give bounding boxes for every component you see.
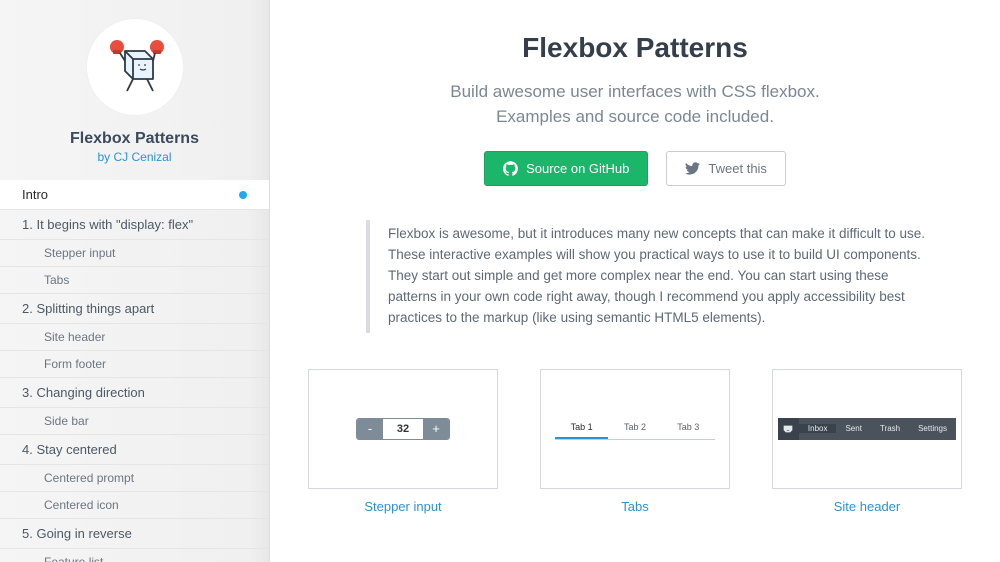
- nav-sub-form-footer[interactable]: Form footer: [0, 351, 269, 378]
- nav-sub-tabs[interactable]: Tabs: [0, 267, 269, 294]
- nav-sub-side-bar[interactable]: Side bar: [0, 408, 269, 435]
- card-site-header[interactable]: Inbox Sent Trash Settings Site header: [764, 369, 970, 514]
- tab-1[interactable]: Tab 1: [555, 417, 608, 439]
- nav-label: Intro: [22, 187, 48, 202]
- active-dot-icon: [239, 191, 247, 199]
- nav-sub-centered-prompt[interactable]: Centered prompt: [0, 465, 269, 492]
- twitter-icon: [685, 161, 700, 176]
- card-label[interactable]: Site header: [834, 499, 901, 514]
- nav-label: 1. It begins with "display: flex": [22, 217, 193, 232]
- nav-item-section-1[interactable]: 1. It begins with "display: flex": [0, 210, 269, 240]
- nav-item-section-4[interactable]: 4. Stay centered: [0, 435, 269, 465]
- nav-item-section-2[interactable]: 2. Splitting things apart: [0, 294, 269, 324]
- sidebar-byline[interactable]: by CJ Cenizal: [0, 150, 269, 164]
- action-buttons: Source on GitHub Tweet this: [300, 151, 970, 186]
- sidebar-nav: Intro 1. It begins with "display: flex" …: [0, 180, 269, 562]
- page-subtitle: Build awesome user interfaces with CSS f…: [300, 80, 970, 129]
- nav-label: 4. Stay centered: [22, 442, 117, 457]
- nav-label: 3. Changing direction: [22, 385, 145, 400]
- sidebar-title: Flexbox Patterns: [0, 130, 269, 148]
- card-preview: - 32 +: [308, 369, 498, 489]
- tabs-widget: Tab 1 Tab 2 Tab 3: [555, 417, 715, 440]
- example-cards: - 32 + Stepper input Tab 1 Tab 2 Tab 3 T…: [300, 369, 970, 534]
- nav-item-section-5[interactable]: 5. Going in reverse: [0, 519, 269, 549]
- sh-item-settings[interactable]: Settings: [909, 424, 956, 433]
- subtitle-line: Build awesome user interfaces with CSS f…: [300, 80, 970, 105]
- boxing-cube-logo: [86, 18, 184, 116]
- stepper-minus-button[interactable]: -: [357, 419, 383, 439]
- sh-item-inbox[interactable]: Inbox: [799, 424, 837, 433]
- github-button[interactable]: Source on GitHub: [484, 151, 648, 186]
- tab-3[interactable]: Tab 3: [662, 417, 715, 439]
- subtitle-line: Examples and source code included.: [300, 105, 970, 130]
- nav-item-section-3[interactable]: 3. Changing direction: [0, 378, 269, 408]
- main-content: Flexbox Patterns Build awesome user inte…: [270, 0, 1000, 562]
- card-label[interactable]: Stepper input: [364, 499, 441, 514]
- card-stepper-input[interactable]: - 32 + Stepper input: [300, 369, 506, 514]
- site-header-widget: Inbox Sent Trash Settings: [778, 418, 956, 440]
- card-preview: Inbox Sent Trash Settings: [772, 369, 962, 489]
- sidebar: Flexbox Patterns by CJ Cenizal Intro 1. …: [0, 0, 270, 562]
- tab-2[interactable]: Tab 2: [608, 417, 661, 439]
- card-preview: Tab 1 Tab 2 Tab 3: [540, 369, 730, 489]
- github-icon: [503, 161, 518, 176]
- intro-blockquote: Flexbox is awesome, but it introduces ma…: [366, 220, 930, 333]
- page-title: Flexbox Patterns: [300, 32, 970, 64]
- button-label: Tweet this: [708, 161, 767, 176]
- nav-sub-stepper-input[interactable]: Stepper input: [0, 240, 269, 267]
- stepper-plus-button[interactable]: +: [423, 419, 449, 439]
- button-label: Source on GitHub: [526, 161, 629, 176]
- nav-sub-site-header[interactable]: Site header: [0, 324, 269, 351]
- nav-sub-centered-icon[interactable]: Centered icon: [0, 492, 269, 519]
- nav-label: 5. Going in reverse: [22, 526, 132, 541]
- nav-label: 2. Splitting things apart: [22, 301, 154, 316]
- card-label[interactable]: Tabs: [621, 499, 648, 514]
- stepper-value: 32: [383, 419, 423, 439]
- sh-item-trash[interactable]: Trash: [871, 424, 909, 433]
- sh-item-sent[interactable]: Sent: [836, 424, 870, 433]
- inbox-icon: [778, 418, 799, 440]
- stepper-widget: - 32 +: [356, 418, 450, 440]
- tweet-button[interactable]: Tweet this: [666, 151, 786, 186]
- nav-sub-feature-list[interactable]: Feature list: [0, 549, 269, 562]
- card-tabs[interactable]: Tab 1 Tab 2 Tab 3 Tabs: [532, 369, 738, 514]
- nav-item-intro[interactable]: Intro: [0, 180, 269, 210]
- logo-wrap: [0, 0, 269, 124]
